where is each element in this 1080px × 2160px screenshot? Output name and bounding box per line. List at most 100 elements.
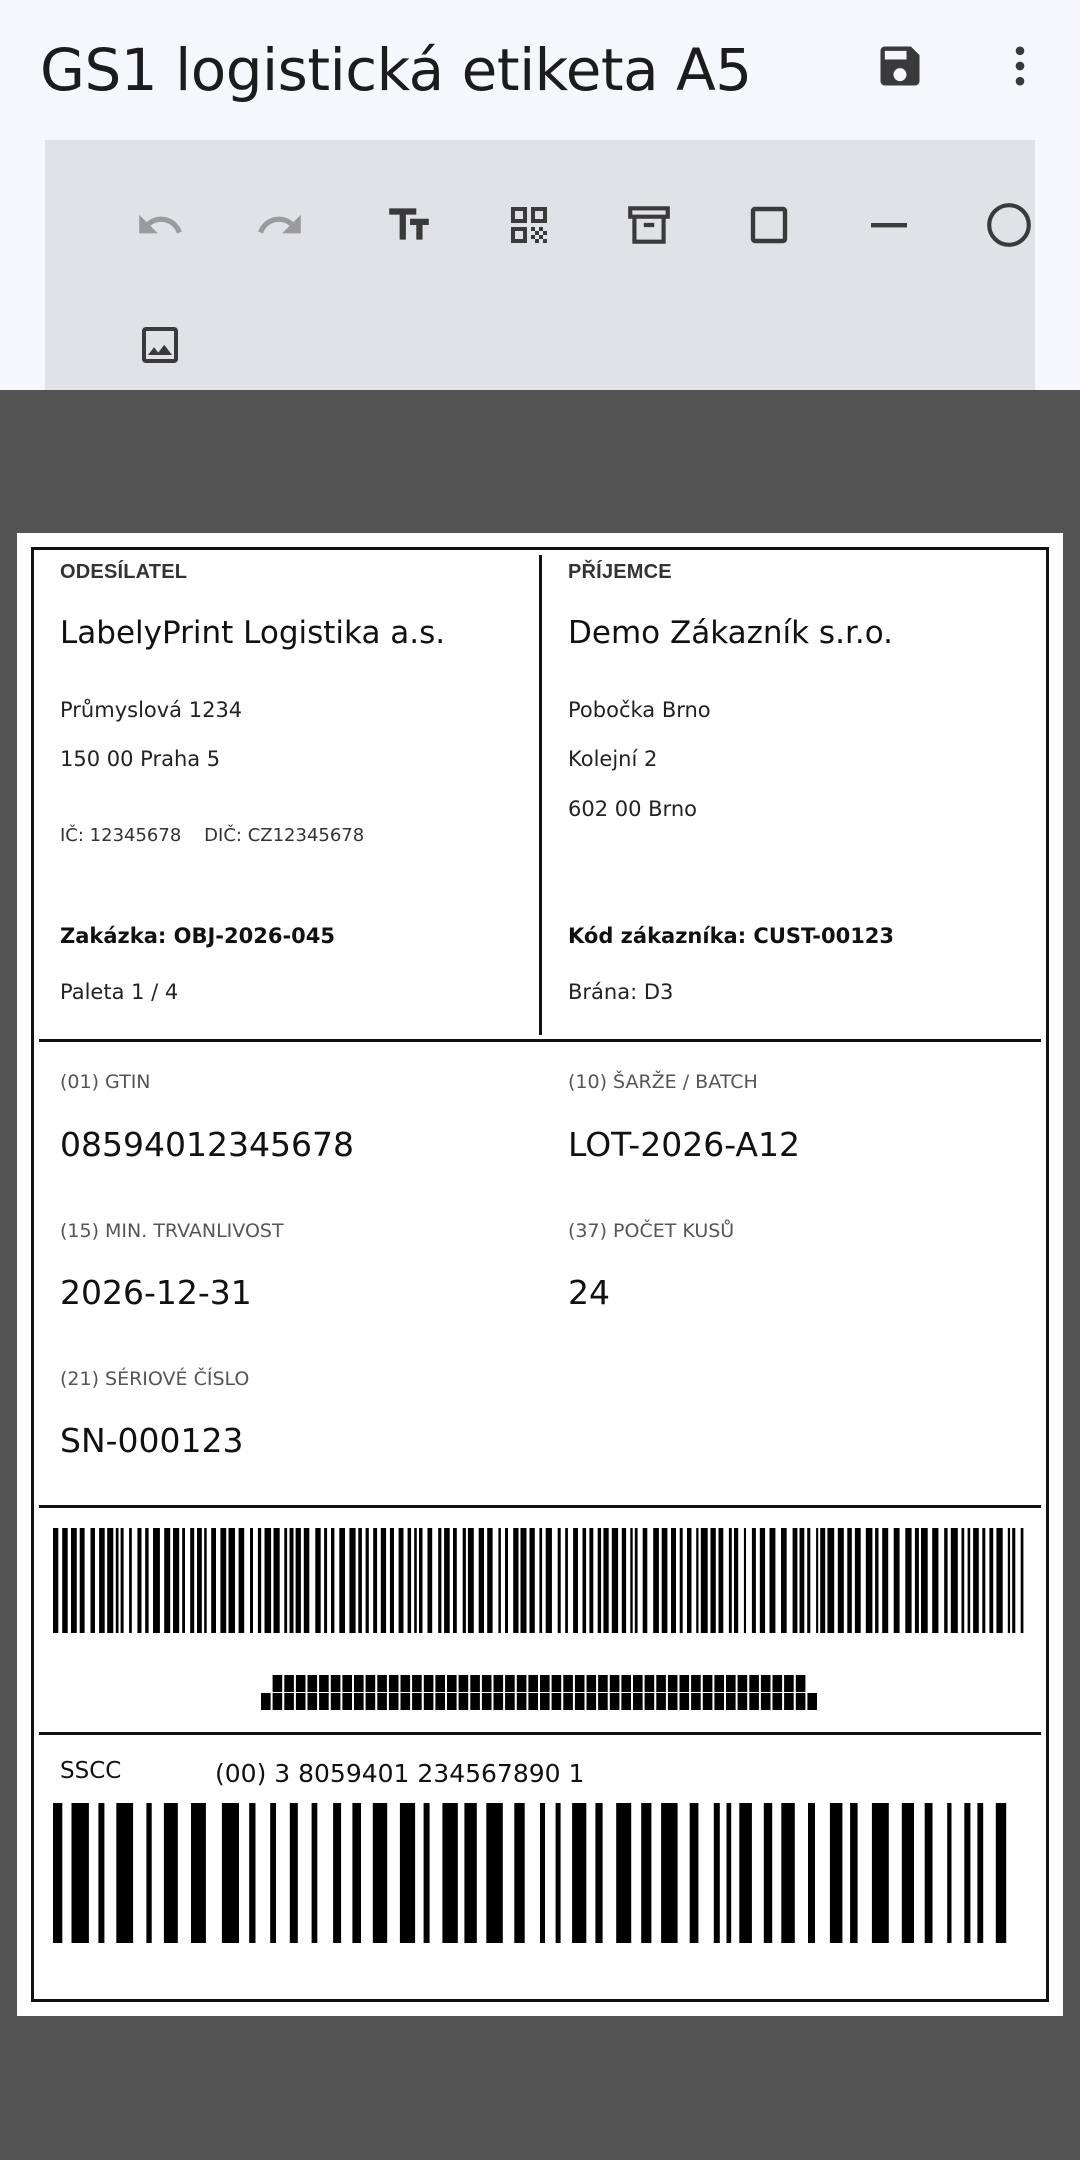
text-tool-button[interactable]	[361, 177, 457, 273]
barcode-bar	[270, 1803, 276, 1943]
hri-glyph	[365, 1693, 376, 1710]
address-divider	[539, 555, 542, 1035]
line-tool-button[interactable]	[841, 177, 937, 273]
sscc-barcode[interactable]	[53, 1803, 1027, 1943]
recipient-line3[interactable]: 602 00 Brno	[568, 797, 697, 821]
gtin-value[interactable]: 08594012345678	[60, 1125, 354, 1164]
save-button[interactable]	[864, 30, 936, 102]
sender-pallet[interactable]: Paleta 1 / 4	[60, 980, 178, 1004]
recipient-name[interactable]: Demo Zákazník s.r.o.	[568, 615, 893, 651]
more-options-button[interactable]	[984, 30, 1056, 102]
recipient-line1[interactable]: Pobočka Brno	[568, 698, 711, 722]
barcode-bar	[373, 1528, 378, 1633]
recipient-gate[interactable]: Brána: D3	[568, 980, 673, 1004]
sender-order[interactable]: Zakázka: OBJ-2026-045	[60, 924, 335, 948]
barcode-bar	[865, 1528, 873, 1633]
bestbefore-value[interactable]: 2026-12-31	[60, 1273, 252, 1312]
rectangle-tool-button[interactable]	[721, 177, 817, 273]
sender-name[interactable]: LabelyPrint Logistika a.s.	[60, 615, 445, 651]
hri-glyph	[319, 1693, 329, 1710]
redo-button[interactable]	[232, 177, 328, 273]
barcode-bar	[423, 1803, 430, 1943]
batch-value[interactable]: LOT-2026-A12	[568, 1125, 800, 1164]
undo-button[interactable]	[112, 177, 208, 273]
hri-glyph	[691, 1675, 701, 1692]
barcode-bar	[763, 1803, 773, 1943]
archive-tool-button[interactable]	[601, 177, 697, 273]
serial-value[interactable]: SN-000123	[60, 1421, 244, 1460]
barcode-bar	[529, 1528, 535, 1633]
barcode-bar	[875, 1528, 879, 1633]
barcode-bar	[220, 1528, 227, 1633]
barcode-bar	[365, 1528, 369, 1633]
hri-glyph	[481, 1693, 492, 1710]
hri-glyph	[447, 1675, 457, 1692]
hri-glyph	[435, 1675, 445, 1692]
hri-glyph	[377, 1693, 387, 1710]
hri-glyph	[516, 1693, 527, 1710]
hri-glyph	[400, 1693, 411, 1710]
hri-glyph	[702, 1675, 713, 1692]
sender-city[interactable]: 150 00 Praha 5	[60, 747, 220, 771]
sender-street[interactable]: Průmyslová 1234	[60, 698, 242, 722]
hri-glyph	[307, 1675, 318, 1692]
barcode-bar	[989, 1528, 994, 1633]
barcode-bar	[467, 1528, 474, 1633]
hri-glyph	[772, 1675, 783, 1692]
barcode-bar	[808, 1803, 815, 1943]
barcode-bar	[621, 1528, 627, 1633]
barcode-bar	[661, 1528, 668, 1633]
barcode-bar	[850, 1803, 858, 1943]
hri-glyph	[388, 1675, 399, 1692]
barcode-bar	[257, 1528, 262, 1633]
barcode-bar	[487, 1528, 493, 1633]
sender-ids[interactable]: IČ: 12345678 DIČ: CZ12345678	[60, 825, 364, 846]
hri-glyph	[481, 1675, 492, 1692]
barcode-bar	[339, 1528, 345, 1633]
barcode-bar	[996, 1528, 1003, 1633]
hri-glyph	[772, 1693, 783, 1710]
barcode-bar	[854, 1528, 861, 1633]
barcode-bar	[331, 1528, 335, 1633]
sscc-value[interactable]: (00) 3 8059401 234567890 1	[215, 1759, 584, 1788]
circle-tool-button[interactable]	[961, 177, 1057, 273]
bestbefore-label: (15) MIN. TRVANLIVOST	[60, 1220, 284, 1242]
hri-glyph	[342, 1675, 352, 1692]
image-tool-button[interactable]	[112, 297, 208, 393]
hri-glyph	[505, 1693, 515, 1710]
rectangle-icon	[750, 206, 788, 244]
count-value[interactable]: 24	[568, 1273, 610, 1312]
recipient-customer-code[interactable]: Kód zákazníka: CUST-00123	[568, 924, 894, 948]
qr-tool-button[interactable]	[481, 177, 577, 273]
hri-glyph	[272, 1693, 283, 1710]
hri-glyph	[807, 1693, 817, 1710]
barcode-hri-text	[261, 1675, 817, 1710]
circle-icon	[987, 203, 1031, 247]
barcode-bar	[603, 1528, 609, 1633]
barcode-bar	[807, 1528, 811, 1633]
gs1-128-barcode[interactable]	[53, 1528, 1027, 1633]
barcode-bar	[190, 1528, 195, 1633]
hri-glyph	[749, 1693, 759, 1710]
barcode-bar	[137, 1528, 142, 1633]
label-sheet[interactable]: ODESÍLATEL LabelyPrint Logistika a.s. Pr…	[17, 533, 1063, 2016]
barcode-bar	[1020, 1528, 1024, 1633]
barcode-bar	[358, 1528, 362, 1633]
barcode-bar	[616, 1803, 632, 1943]
barcode-bar	[486, 1803, 503, 1943]
hri-glyph	[354, 1675, 364, 1692]
hri-glyph	[737, 1675, 748, 1692]
hri-glyph	[679, 1675, 690, 1692]
barcode-bar	[961, 1528, 965, 1633]
hri-glyph	[330, 1693, 341, 1710]
hri-glyph	[284, 1693, 294, 1710]
barcode-bar	[921, 1528, 928, 1633]
hri-glyph	[760, 1693, 771, 1710]
barcode-bar	[71, 1528, 77, 1633]
barcode-bar	[419, 1528, 423, 1633]
barcode-bar	[407, 1528, 412, 1633]
barcode-bar	[273, 1528, 280, 1633]
barcode-bar	[687, 1528, 692, 1633]
line-icon	[871, 223, 907, 228]
recipient-line2[interactable]: Kolejní 2	[568, 747, 657, 771]
